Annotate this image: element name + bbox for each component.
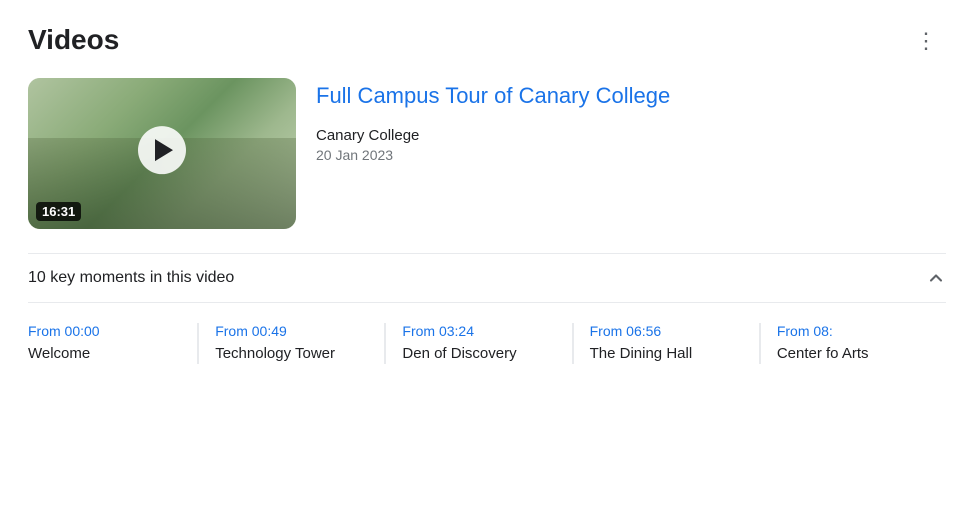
video-info: Full Campus Tour of Canary College Canar… <box>316 78 946 163</box>
moment-time[interactable]: From 00:49 <box>215 323 368 339</box>
video-thumbnail[interactable]: 16:31 <box>28 78 296 229</box>
chevron-up-icon <box>926 268 946 288</box>
play-button[interactable] <box>138 126 186 174</box>
channel-name: Canary College <box>316 127 946 144</box>
moments-list: From 00:00 Welcome From 00:49 Technology… <box>28 323 946 364</box>
more-options-icon[interactable]: ⋮ <box>907 24 946 58</box>
moment-time[interactable]: From 06:56 <box>590 323 743 339</box>
moment-item: From 06:56 The Dining Hall <box>590 323 761 364</box>
moment-name: Den of Discovery <box>402 343 555 364</box>
moment-name: The Dining Hall <box>590 343 743 364</box>
moment-name: Welcome <box>28 343 181 364</box>
moment-time[interactable]: From 00:00 <box>28 323 181 339</box>
video-title-link[interactable]: Full Campus Tour of Canary College <box>316 82 946 111</box>
key-moments-label: 10 key moments in this video <box>28 269 234 287</box>
moment-name: Center fo Arts <box>777 343 930 364</box>
video-duration: 16:31 <box>36 202 81 221</box>
video-card: 16:31 Full Campus Tour of Canary College… <box>28 78 946 229</box>
videos-header: Videos ⋮ <box>28 24 946 58</box>
moment-time[interactable]: From 08: <box>777 323 930 339</box>
moment-time[interactable]: From 03:24 <box>402 323 555 339</box>
video-date: 20 Jan 2023 <box>316 147 946 163</box>
moment-item: From 03:24 Den of Discovery <box>402 323 573 364</box>
moment-item: From 00:49 Technology Tower <box>215 323 386 364</box>
page-title: Videos <box>28 24 119 56</box>
moment-item-partial: From 08: Center fo Arts <box>777 323 946 364</box>
moment-name: Technology Tower <box>215 343 368 364</box>
key-moments-toggle[interactable]: 10 key moments in this video <box>28 253 946 303</box>
moment-item: From 00:00 Welcome <box>28 323 199 364</box>
